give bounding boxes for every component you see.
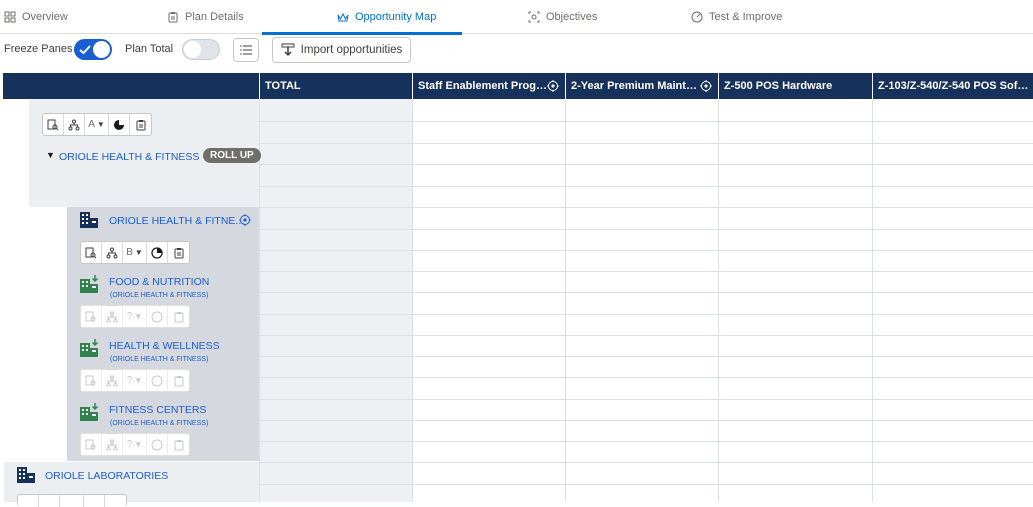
toggle-knob <box>93 41 110 58</box>
root-account-name[interactable]: ORIOLE HEALTH & FITNESS <box>59 151 199 163</box>
tab-objectives[interactable]: Objectives <box>528 8 597 26</box>
import-opportunities-button[interactable]: Import opportunities <box>272 37 411 63</box>
child-account-name[interactable]: FITNESS CENTERS <box>109 404 206 416</box>
segment-dropdown: ? ▼ <box>123 306 147 327</box>
rollup-badge[interactable]: ROLL UP <box>203 148 261 163</box>
tab-label: Plan Details <box>185 11 244 23</box>
segment-dropdown[interactable]: B ▼ <box>123 242 147 263</box>
hierarchy-icon <box>102 306 123 327</box>
pie-chart-icon <box>147 306 168 327</box>
column-header-opportunity[interactable]: 2-Year Premium Mainte... <box>565 73 718 99</box>
freeze-panes-label: Freeze Panes <box>4 43 73 55</box>
import-label: Import opportunities <box>300 44 403 56</box>
column-header-opportunity[interactable]: Z-500 POS Hardware <box>718 73 872 99</box>
node-toolbar: A ▼ <box>42 113 152 136</box>
document-search-icon[interactable] <box>81 242 102 263</box>
segment-dropdown[interactable]: A ▼ <box>85 114 109 135</box>
active-tab-indicator <box>262 32 462 35</box>
tab-overview[interactable]: Overview <box>4 8 68 26</box>
list-icon <box>240 45 252 55</box>
tab-label: Test & Improve <box>709 11 783 23</box>
plan-total-toggle[interactable] <box>182 39 220 60</box>
tab-opportunity-map[interactable]: Opportunity Map <box>337 8 436 26</box>
document-search-icon <box>81 434 102 455</box>
grid-body <box>259 99 1033 502</box>
root-account-name[interactable]: ORIOLE LABORATORIES <box>45 470 168 482</box>
pie-chart-icon[interactable] <box>109 114 130 135</box>
node-toolbar: B ▼ <box>80 241 190 264</box>
hierarchy-icon[interactable] <box>102 242 123 263</box>
clipboard-icon <box>168 370 189 391</box>
toggle-knob <box>184 41 201 58</box>
crosshair-icon[interactable] <box>547 80 559 92</box>
child-account-name[interactable]: ORIOLE HEALTH & FITNE... <box>109 215 244 227</box>
gauge-icon <box>691 11 703 23</box>
import-icon <box>281 43 295 57</box>
tab-bar: Overview Plan Details Opportunity Map Ob… <box>0 0 1033 35</box>
parent-account-label: (ORIOLE HEALTH & FITNESS) <box>110 292 209 299</box>
crosshair-icon[interactable] <box>239 214 251 226</box>
hierarchy-icon <box>102 434 123 455</box>
clipboard-icon[interactable] <box>130 114 151 135</box>
document-search-icon <box>81 370 102 391</box>
child-account-name[interactable]: FOOD & NUTRITION <box>109 276 209 288</box>
plan-total-label: Plan Total <box>125 43 174 55</box>
tab-plan-details[interactable]: Plan Details <box>167 8 244 26</box>
building-add-icon <box>80 275 99 293</box>
grid-icon <box>4 11 16 23</box>
building-add-icon <box>80 403 99 421</box>
parent-account-label: (ORIOLE HEALTH & FITNESS) <box>110 420 209 427</box>
crown-icon <box>337 12 349 22</box>
crosshair-icon[interactable] <box>700 80 712 92</box>
node-toolbar: ? ▼ <box>80 369 190 392</box>
clipboard-icon <box>168 12 178 23</box>
building-icon <box>80 212 98 228</box>
pie-chart-icon <box>147 370 168 391</box>
segment-dropdown: ? ▼ <box>123 434 147 455</box>
building-icon <box>17 467 35 483</box>
column-header-opportunity[interactable]: Z-103/Z-540/Z-540 POS Soft... <box>872 73 1033 99</box>
pie-chart-icon <box>147 434 168 455</box>
tab-label: Opportunity Map <box>355 11 437 23</box>
hierarchy-icon[interactable] <box>64 114 85 135</box>
parent-account-label: (ORIOLE HEALTH & FITNESS) <box>110 356 209 363</box>
segment-dropdown: ? ▼ <box>123 370 147 391</box>
node-toolbar: ? ▼ <box>80 305 190 328</box>
child-account-name[interactable]: HEALTH & WELLNESS <box>109 340 220 352</box>
building-add-icon <box>80 339 99 357</box>
collapse-caret-icon[interactable]: ▼ <box>46 150 55 160</box>
hierarchy-icon <box>102 370 123 391</box>
column-header-opportunity[interactable]: Staff Enablement Progr... <box>412 73 565 99</box>
clipboard-icon[interactable] <box>168 242 189 263</box>
target-icon <box>528 11 540 23</box>
grid-header: TOTAL Staff Enablement Progr... 2-Year P… <box>3 73 1033 99</box>
tab-label: Overview <box>22 11 68 23</box>
pie-chart-icon[interactable] <box>147 242 168 263</box>
freeze-panes-toggle[interactable] <box>74 39 112 60</box>
clipboard-icon <box>168 434 189 455</box>
node-toolbar <box>17 494 127 507</box>
tab-test-improve[interactable]: Test & Improve <box>691 8 782 26</box>
tab-label: Objectives <box>546 11 598 23</box>
document-search-icon <box>81 306 102 327</box>
document-search-icon[interactable] <box>43 114 64 135</box>
clipboard-icon <box>168 306 189 327</box>
column-header-total[interactable]: TOTAL <box>259 73 412 99</box>
list-view-button[interactable] <box>233 38 259 62</box>
check-icon <box>79 45 91 55</box>
node-toolbar: ? ▼ <box>80 433 190 456</box>
